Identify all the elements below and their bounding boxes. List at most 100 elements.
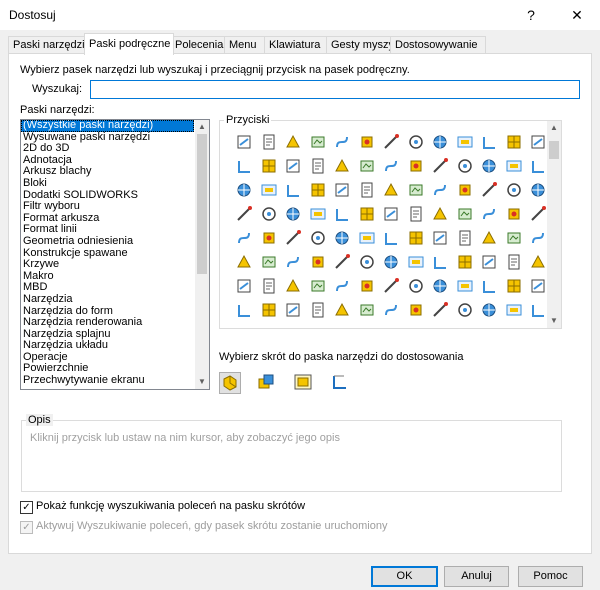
toolbar-command-icon[interactable] (284, 157, 302, 175)
toolbar-command-icon[interactable] (431, 157, 449, 175)
toolbar-command-icon[interactable] (382, 253, 400, 271)
toolbar-command-icon[interactable] (309, 181, 327, 199)
toolbar-command-icon[interactable] (284, 277, 302, 295)
toolbar-command-icon[interactable] (260, 229, 278, 247)
scroll-thumb[interactable] (197, 134, 207, 274)
toolbar-command-icon[interactable] (382, 277, 400, 295)
toolbar-command-icon[interactable] (284, 181, 302, 199)
scroll-thumb[interactable] (549, 141, 559, 159)
toolbar-command-icon[interactable] (382, 205, 400, 223)
toolbar-command-icon[interactable] (309, 301, 327, 319)
toolbar-command-icon[interactable] (260, 277, 278, 295)
toolbar-command-icon[interactable] (431, 205, 449, 223)
toolbar-command-icon[interactable] (529, 229, 547, 247)
toolbar-command-icon[interactable] (333, 253, 351, 271)
toolbar-command-icon[interactable] (456, 181, 474, 199)
toolbar-command-icon[interactable] (529, 277, 547, 295)
list-item[interactable]: Narzędzia (21, 293, 209, 306)
toolbar-command-icon[interactable] (235, 277, 253, 295)
toolbars-list[interactable]: (Wszystkie paski narzędzi) Wysuwane pask… (20, 119, 210, 390)
scroll-up-icon[interactable]: ▲ (547, 121, 561, 135)
toolbar-command-icon[interactable] (407, 301, 425, 319)
toolbar-command-icon[interactable] (358, 253, 376, 271)
sketch-shortcut-icon[interactable] (330, 372, 350, 392)
list-item[interactable]: Krzywe (21, 259, 209, 271)
toolbar-command-icon[interactable] (358, 157, 376, 175)
toolbar-command-icon[interactable] (309, 157, 327, 175)
toolbar-command-icon[interactable] (358, 181, 376, 199)
help-button[interactable]: Pomoc (518, 566, 583, 587)
toolbar-command-icon[interactable] (260, 157, 278, 175)
list-item[interactable]: Bloki (21, 177, 209, 190)
toolbar-command-icon[interactable] (505, 301, 523, 319)
toolbar-command-icon[interactable] (431, 133, 449, 151)
toolbar-command-icon[interactable] (284, 253, 302, 271)
search-input[interactable] (90, 80, 580, 99)
toolbar-command-icon[interactable] (333, 181, 351, 199)
toolbar-command-icon[interactable] (333, 229, 351, 247)
help-icon[interactable]: ? (508, 0, 554, 30)
toolbar-command-icon[interactable] (235, 253, 253, 271)
toolbar-command-icon[interactable] (260, 301, 278, 319)
toolbar-command-icon[interactable] (382, 181, 400, 199)
drawing-shortcut-icon[interactable] (293, 372, 313, 392)
toolbar-command-icon[interactable] (358, 205, 376, 223)
toolbar-command-icon[interactable] (407, 253, 425, 271)
toolbar-command-icon[interactable] (431, 229, 449, 247)
cancel-button[interactable]: Anuluj (444, 566, 509, 587)
toolbar-command-icon[interactable] (382, 133, 400, 151)
tab-polecenia[interactable]: Polecenia (170, 36, 228, 54)
toolbars-scrollbar[interactable]: ▲ ▼ (195, 120, 209, 389)
toolbar-command-icon[interactable] (407, 205, 425, 223)
toolbar-command-icon[interactable] (407, 157, 425, 175)
toolbar-command-icon[interactable] (529, 157, 547, 175)
toolbar-command-icon[interactable] (235, 157, 253, 175)
toolbar-command-icon[interactable] (431, 301, 449, 319)
scroll-down-icon[interactable]: ▼ (195, 375, 209, 389)
toolbar-command-icon[interactable] (333, 205, 351, 223)
toolbar-command-icon[interactable] (456, 133, 474, 151)
toolbar-command-icon[interactable] (505, 229, 523, 247)
toolbar-command-icon[interactable] (382, 229, 400, 247)
list-item[interactable]: Geometria odniesienia (21, 235, 209, 248)
toolbar-command-icon[interactable] (235, 301, 253, 319)
toolbar-command-icon[interactable] (260, 181, 278, 199)
toolbar-command-icon[interactable] (235, 205, 253, 223)
toolbar-command-icon[interactable] (284, 133, 302, 151)
show-search-checkbox[interactable]: ✓ (20, 501, 33, 514)
toolbar-command-icon[interactable] (358, 301, 376, 319)
toolbar-command-icon[interactable] (456, 277, 474, 295)
close-icon[interactable]: ✕ (554, 0, 600, 30)
toolbar-command-icon[interactable] (333, 301, 351, 319)
tab-dostosowywanie[interactable]: Dostosowywanie (390, 36, 486, 54)
list-item[interactable]: Makro (21, 270, 209, 283)
toolbar-command-icon[interactable] (529, 181, 547, 199)
toolbar-command-icon[interactable] (505, 157, 523, 175)
toolbar-command-icon[interactable] (382, 301, 400, 319)
scroll-down-icon[interactable]: ▼ (547, 314, 561, 328)
toolbar-command-icon[interactable] (309, 133, 327, 151)
toolbar-command-icon[interactable] (407, 229, 425, 247)
toolbar-command-icon[interactable] (456, 253, 474, 271)
toolbar-command-icon[interactable] (284, 301, 302, 319)
toolbar-command-icon[interactable] (309, 229, 327, 247)
toolbar-command-icon[interactable] (333, 133, 351, 151)
toolbar-command-icon[interactable] (480, 301, 498, 319)
toolbar-command-icon[interactable] (505, 133, 523, 151)
toolbar-command-icon[interactable] (480, 205, 498, 223)
toolbar-command-icon[interactable] (480, 229, 498, 247)
toolbar-command-icon[interactable] (382, 157, 400, 175)
toolbar-command-icon[interactable] (505, 181, 523, 199)
toolbar-command-icon[interactable] (529, 301, 547, 319)
toolbar-command-icon[interactable] (456, 157, 474, 175)
buttons-scrollbar[interactable]: ▲ ▼ (547, 121, 561, 328)
toolbar-command-icon[interactable] (529, 133, 547, 151)
assembly-shortcut-icon[interactable] (256, 372, 276, 392)
tab-menu[interactable]: Menu (224, 36, 268, 54)
toolbar-command-icon[interactable] (358, 229, 376, 247)
toolbar-command-icon[interactable] (480, 277, 498, 295)
toolbar-command-icon[interactable] (284, 229, 302, 247)
toolbar-command-icon[interactable] (456, 229, 474, 247)
tab-gesty-myszy[interactable]: Gesty myszy (326, 36, 394, 54)
toolbar-command-icon[interactable] (456, 301, 474, 319)
